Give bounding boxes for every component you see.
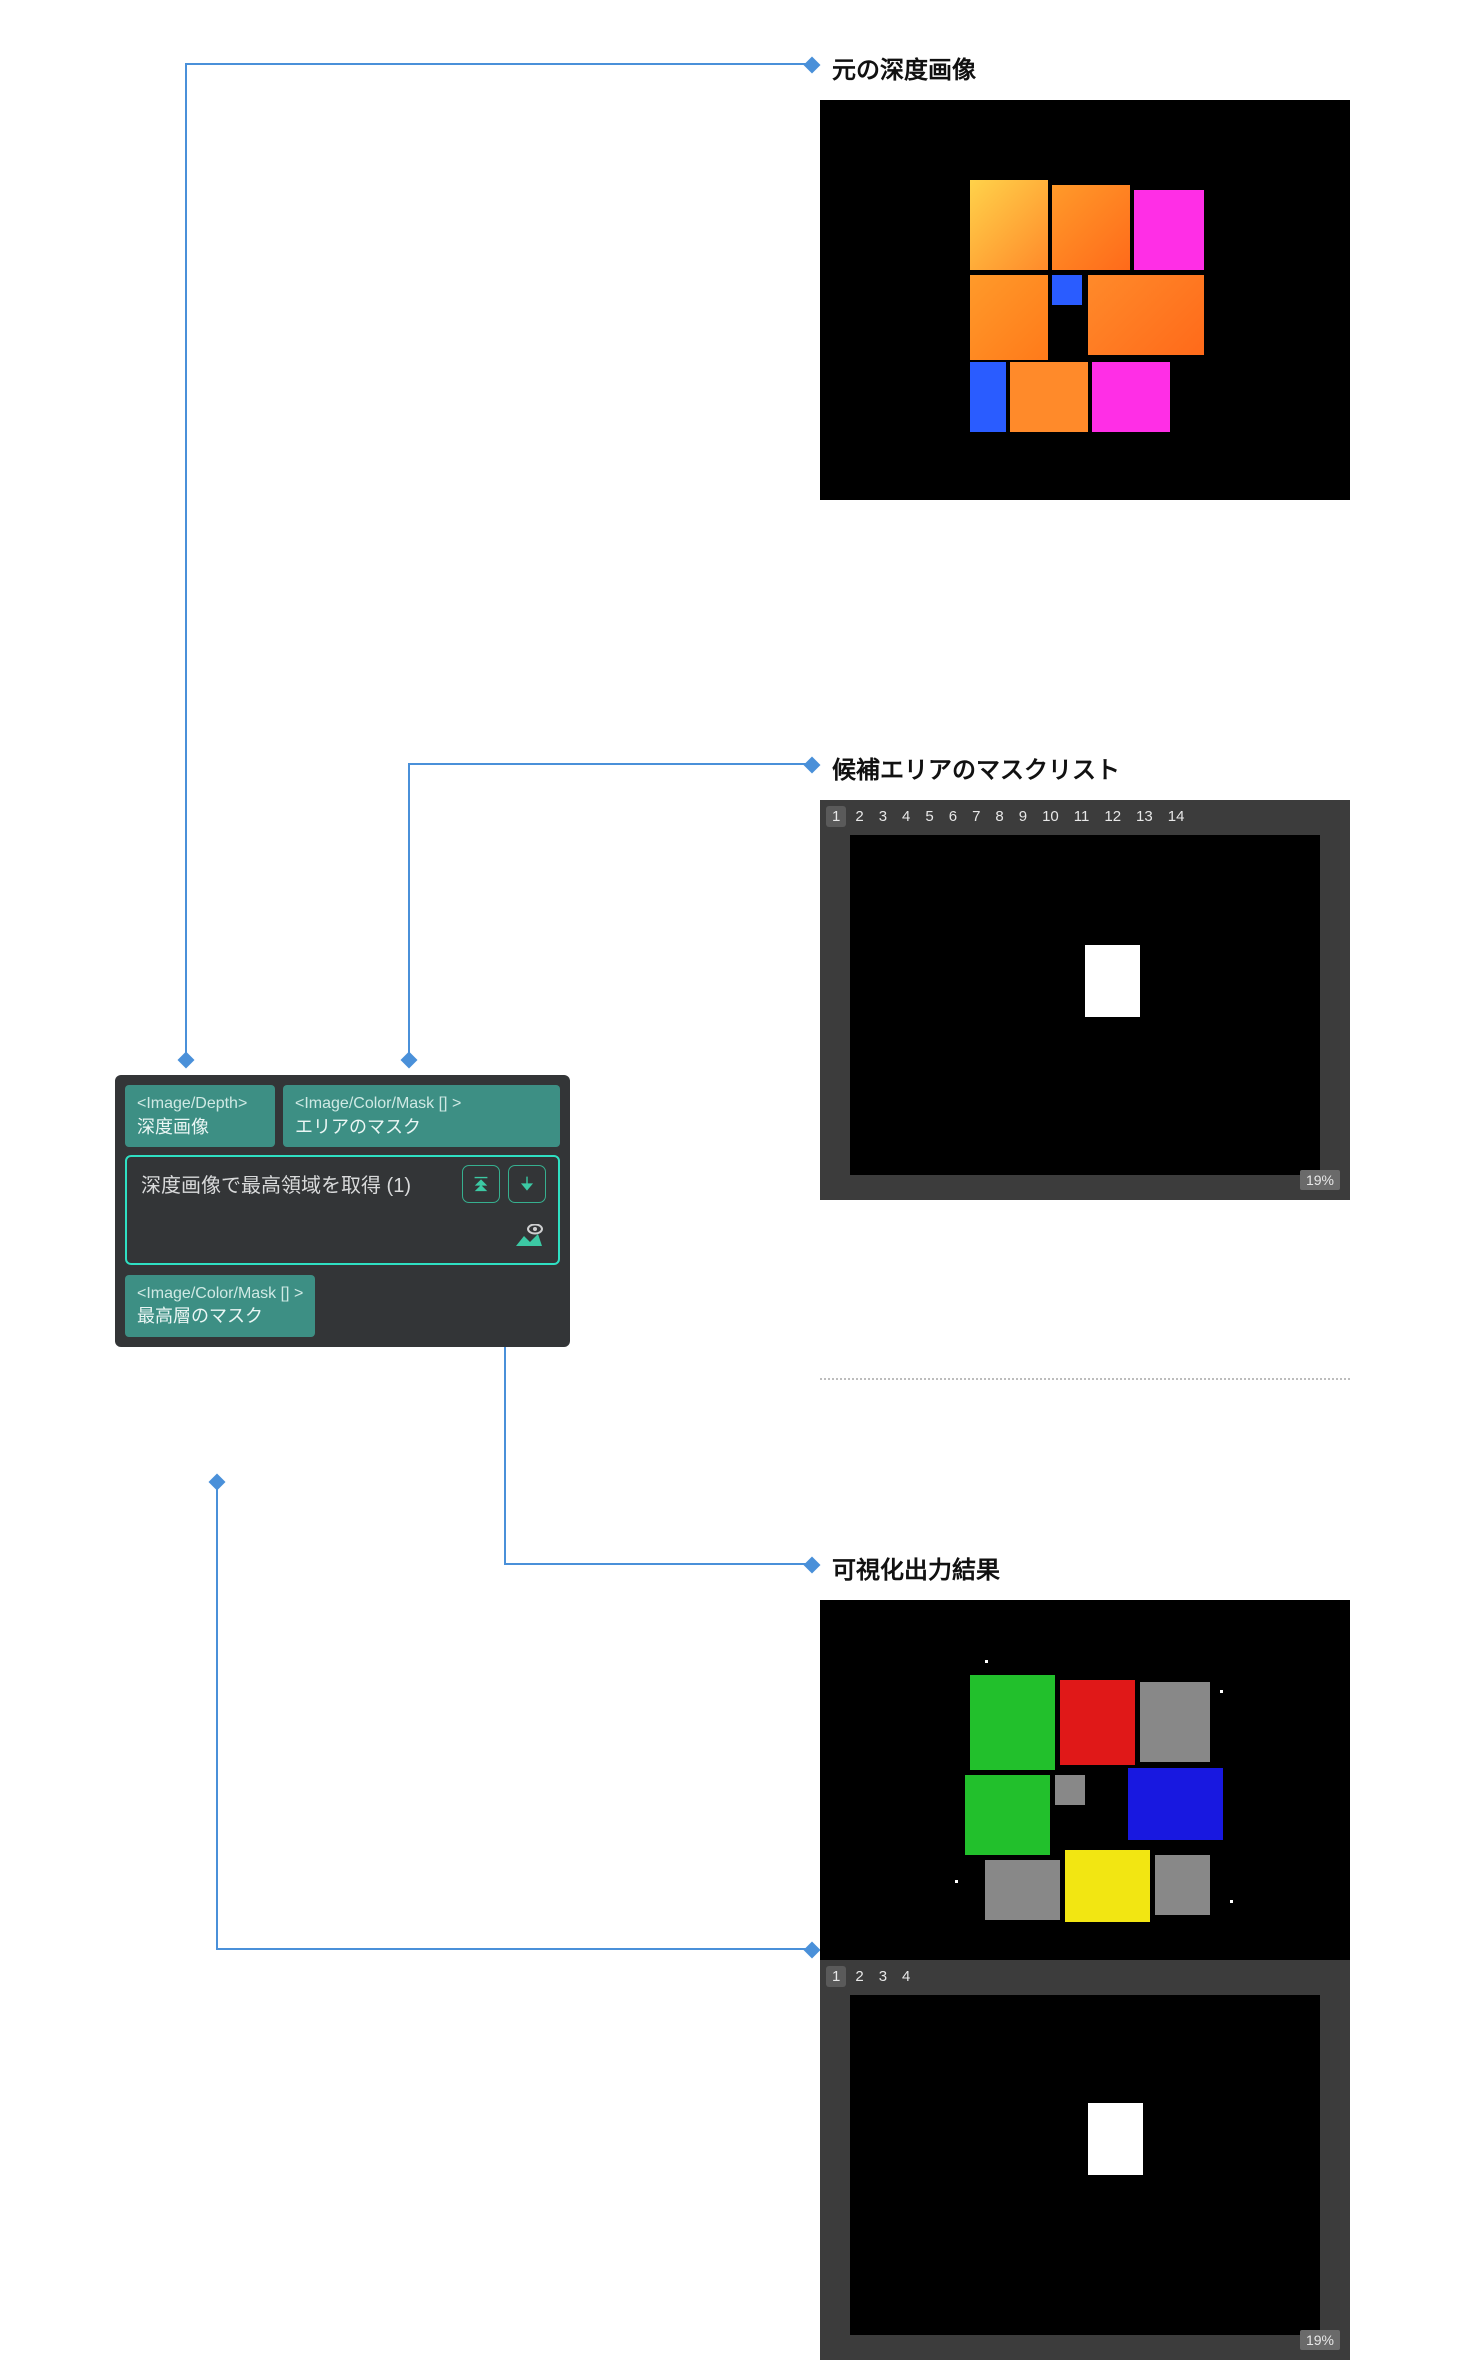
mask-tab[interactable]: 3 — [873, 806, 893, 827]
mask-tab[interactable]: 3 — [873, 1966, 893, 1987]
title-mask-list: 候補エリアのマスクリスト — [832, 750, 1120, 785]
mask-tabs: 1234 — [820, 1960, 1350, 1991]
mask-tab[interactable]: 6 — [943, 806, 963, 827]
mask-tab[interactable]: 4 — [896, 806, 916, 827]
output-port-mask[interactable]: <Image/Color/Mask [] > 最高層のマスク — [125, 1275, 315, 1337]
mask-tab[interactable]: 1 — [826, 806, 846, 827]
mask-tab[interactable]: 2 — [849, 806, 869, 827]
mask-tab[interactable]: 8 — [989, 806, 1009, 827]
title-vis-output: 可視化出力結果 — [832, 1550, 1000, 1585]
depth-image-preview — [820, 100, 1350, 500]
mask-tab[interactable]: 13 — [1130, 806, 1159, 827]
node-get-highest-region: <Image/Depth> 深度画像 <Image/Color/Mask [] … — [115, 1075, 570, 1347]
output-mask-viewer: 1234 19% — [820, 1960, 1350, 2360]
mask-tab[interactable]: 4 — [896, 1966, 916, 1987]
mask-tab[interactable]: 1 — [826, 1966, 846, 1987]
mask-tab[interactable]: 9 — [1013, 806, 1033, 827]
port-type-label: <Image/Color/Mask [] > — [295, 1093, 548, 1115]
mask-canvas — [850, 1995, 1320, 2335]
mask-list-viewer: 1234567891011121314 19% — [820, 800, 1350, 1200]
port-name-label: 最高層のマスク — [137, 1304, 303, 1328]
title-depth-input: 元の深度画像 — [832, 50, 976, 85]
mask-tabs: 1234567891011121314 — [820, 800, 1350, 831]
mask-tab[interactable]: 12 — [1098, 806, 1127, 827]
mask-tab[interactable]: 5 — [919, 806, 939, 827]
collapse-icon[interactable] — [508, 1165, 546, 1203]
mask-tab[interactable]: 11 — [1068, 806, 1096, 827]
zoom-label: 19% — [1300, 2330, 1340, 2350]
mask-tab[interactable]: 7 — [966, 806, 986, 827]
mask-tab[interactable]: 10 — [1036, 806, 1065, 827]
zoom-label: 19% — [1300, 1170, 1340, 1190]
port-name-label: エリアのマスク — [295, 1115, 548, 1139]
mask-tab[interactable]: 14 — [1162, 806, 1191, 827]
expand-all-icon[interactable] — [462, 1165, 500, 1203]
node-body[interactable]: 深度画像で最高領域を取得 (1) — [125, 1155, 560, 1265]
visualize-icon[interactable] — [514, 1224, 544, 1253]
mask-tab[interactable]: 2 — [849, 1966, 869, 1987]
input-port-depth[interactable]: <Image/Depth> 深度画像 — [125, 1085, 275, 1147]
port-type-label: <Image/Depth> — [137, 1093, 263, 1115]
vis-output-preview — [820, 1600, 1350, 2000]
input-port-mask[interactable]: <Image/Color/Mask [] > エリアのマスク — [283, 1085, 560, 1147]
mask-canvas — [850, 835, 1320, 1175]
port-name-label: 深度画像 — [137, 1115, 263, 1139]
port-type-label: <Image/Color/Mask [] > — [137, 1283, 303, 1305]
